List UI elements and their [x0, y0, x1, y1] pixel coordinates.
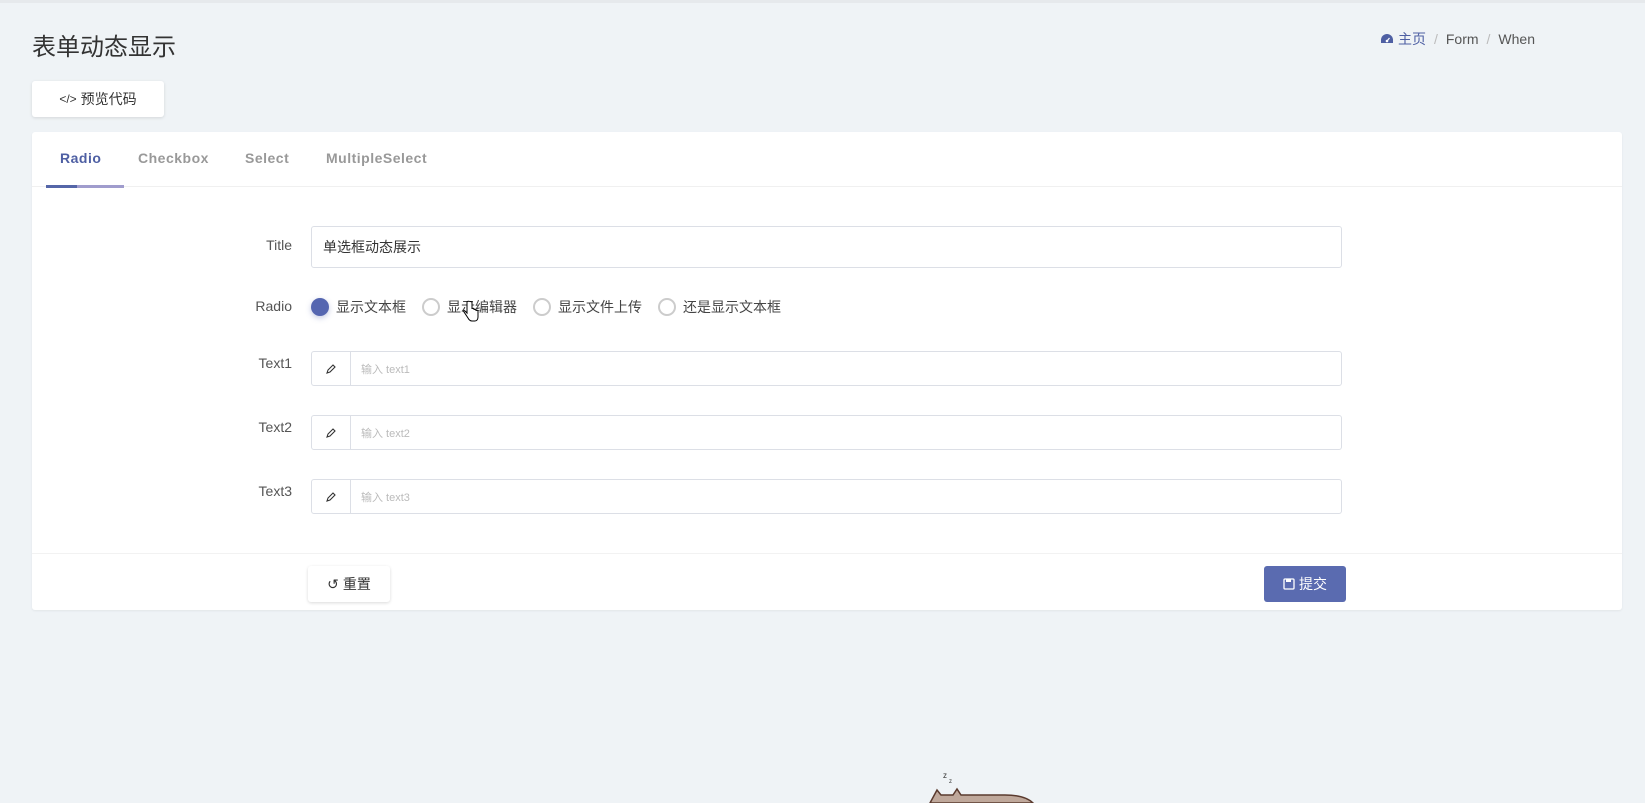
text3-input-group[interactable]: 输入 text3	[311, 479, 1342, 514]
breadcrumb-home-label: 主页	[1397, 31, 1426, 47]
tab-multipleselect[interactable]: MultipleSelect	[326, 150, 427, 166]
save-icon	[1283, 578, 1295, 590]
radio-option-label: 显示文件上传	[558, 299, 642, 315]
submit-button[interactable]: 提交	[1264, 566, 1346, 602]
text3-label: Text3	[258, 483, 292, 499]
preview-code-button[interactable]: </> 预览代码	[32, 81, 164, 117]
radio-option-text-again[interactable]: 还是显示文本框	[658, 297, 781, 317]
radio-circle	[658, 298, 676, 316]
radio-option-file[interactable]: 显示文件上传	[533, 297, 642, 317]
radio-option-label: 显示编辑器	[447, 299, 517, 315]
undo-icon: ↺	[327, 575, 339, 592]
dashboard-icon	[1380, 34, 1393, 43]
text2-label: Text2	[258, 419, 292, 435]
radio-label: Radio	[255, 298, 292, 314]
tab-checkbox[interactable]: Checkbox	[138, 150, 209, 166]
text1-label: Text1	[258, 355, 292, 371]
breadcrumb-form[interactable]: Form	[1446, 31, 1479, 47]
svg-text:z: z	[949, 779, 952, 785]
text3-input[interactable]: 输入 text3	[351, 480, 410, 513]
form-card: Radio Checkbox Select MultipleSelect Tit…	[32, 132, 1622, 610]
code-icon: </>	[59, 92, 77, 106]
radio-circle	[422, 298, 440, 316]
radio-circle	[533, 298, 551, 316]
radio-option-label: 还是显示文本框	[683, 299, 781, 315]
hand-cursor-icon	[463, 300, 479, 322]
top-bar	[0, 0, 1645, 3]
tab-bar: Radio Checkbox Select MultipleSelect	[32, 132, 1622, 188]
form-footer: ↺ 重置 提交	[32, 553, 1622, 610]
breadcrumb-current: When	[1498, 31, 1535, 47]
breadcrumb: 主页 / Form / When	[1380, 29, 1535, 49]
svg-text:z: z	[943, 771, 947, 780]
preview-code-label: 预览代码	[80, 91, 137, 107]
breadcrumb-separator: /	[1433, 31, 1438, 47]
text1-input[interactable]: 输入 text1	[351, 352, 410, 385]
active-tab-indicator	[46, 185, 124, 188]
pencil-icon	[312, 480, 351, 513]
text1-input-group[interactable]: 输入 text1	[311, 351, 1342, 386]
radio-option-text[interactable]: 显示文本框	[311, 297, 406, 317]
page-title: 表单动态显示	[32, 34, 176, 61]
title-label: Title	[266, 237, 292, 253]
text2-input[interactable]: 输入 text2	[351, 416, 410, 449]
reset-label: 重置	[342, 576, 371, 592]
sleeping-cat-illustration: zz	[929, 771, 1035, 803]
breadcrumb-separator: /	[1486, 31, 1491, 47]
breadcrumb-home[interactable]: 主页	[1380, 29, 1426, 49]
title-input[interactable]: 单选框动态展示	[311, 226, 1342, 268]
tab-radio[interactable]: Radio	[60, 150, 101, 166]
pencil-icon	[312, 352, 351, 385]
reset-button[interactable]: ↺ 重置	[308, 566, 390, 602]
pencil-icon	[312, 416, 351, 449]
text2-input-group[interactable]: 输入 text2	[311, 415, 1342, 450]
radio-circle-checked	[311, 298, 329, 316]
submit-label: 提交	[1299, 576, 1327, 592]
tab-select[interactable]: Select	[245, 150, 289, 166]
radio-option-label: 显示文本框	[336, 299, 406, 315]
radio-group: 显示文本框 显示编辑器 显示文件上传 还是显示文本框	[311, 297, 781, 317]
